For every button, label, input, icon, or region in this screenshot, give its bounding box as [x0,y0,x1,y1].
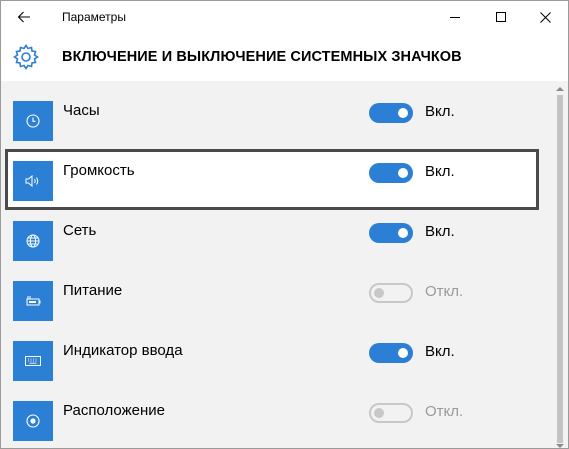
app-title: Параметры [62,10,126,24]
toggle-state-label: Вкл. [425,343,455,360]
toggle-state-label: Вкл. [425,163,455,180]
list-item-location: Расположение Откл. [1,401,549,448]
scroll-thumb[interactable] [557,95,563,443]
page-header: ВКЛЮЧЕНИЕ И ВЫКЛЮЧЕНИЕ СИСТЕМНЫХ ЗНАЧКОВ [1,33,568,81]
network-toggle[interactable] [369,223,413,243]
clock-tile [13,101,53,141]
item-label: Расположение [63,402,165,419]
input-indicator-tile [13,341,53,381]
clock-toggle[interactable] [369,103,413,123]
item-label: Громкость [63,162,135,179]
toggle-state-label: Откл. [425,403,464,420]
maximize-button[interactable] [478,1,524,33]
toggle-knob [398,228,408,238]
toggle-state-label: Откл. [425,283,464,300]
chevron-down-icon [556,443,564,448]
item-label: Питание [63,282,123,299]
clock-icon [26,114,40,128]
maximize-icon [496,12,506,22]
network-tile [13,221,53,261]
gear-icon [13,44,39,70]
title-bar: Параметры [1,1,568,33]
location-tile [13,401,53,441]
network-icon [26,234,40,248]
keyboard-icon [25,356,41,366]
list-item-input-indicator: Индикатор ввода Вкл. [1,341,549,401]
toggle-knob [398,108,408,118]
power-tile [13,281,53,321]
minimize-icon [450,17,460,18]
list-item-clock: Часы Вкл. [1,101,549,161]
list-item-volume: Громкость Вкл. [1,161,549,221]
chevron-up-icon [556,86,564,91]
item-label: Сеть [63,222,97,239]
close-button[interactable] [522,1,568,33]
scroll-down-button[interactable] [552,442,568,448]
item-label: Индикатор ввода [63,342,183,359]
toggle-knob [374,288,384,298]
vertical-scrollbar[interactable] [552,81,568,448]
toggle-knob [374,408,384,418]
toggle-knob [398,168,408,178]
volume-icon [25,174,39,188]
scroll-up-button[interactable] [552,81,568,95]
settings-list: Часы Вкл. Громкость Вкл. Сеть Вкл. Питан… [1,81,568,448]
settings-window: Параметры ВКЛЮЧЕНИЕ И ВЫКЛЮЧЕНИЕ СИСТЕМН… [0,0,569,449]
page-title: ВКЛЮЧЕНИЕ И ВЫКЛЮЧЕНИЕ СИСТЕМНЫХ ЗНАЧКОВ [62,49,462,65]
toggle-state-label: Вкл. [425,103,455,120]
minimize-button[interactable] [432,1,478,33]
battery-icon [26,296,41,306]
close-icon [539,11,551,23]
arrow-left-icon [17,11,30,23]
list-item-network: Сеть Вкл. [1,221,549,281]
location-toggle[interactable] [369,403,413,423]
toggle-state-label: Вкл. [425,223,455,240]
location-icon [26,414,40,428]
volume-tile [13,161,53,201]
volume-toggle[interactable] [369,163,413,183]
back-button[interactable] [1,1,47,33]
list-item-power: Питание Откл. [1,281,549,341]
input-indicator-toggle[interactable] [369,343,413,363]
toggle-knob [398,348,408,358]
item-label: Часы [63,102,100,119]
power-toggle[interactable] [369,283,413,303]
